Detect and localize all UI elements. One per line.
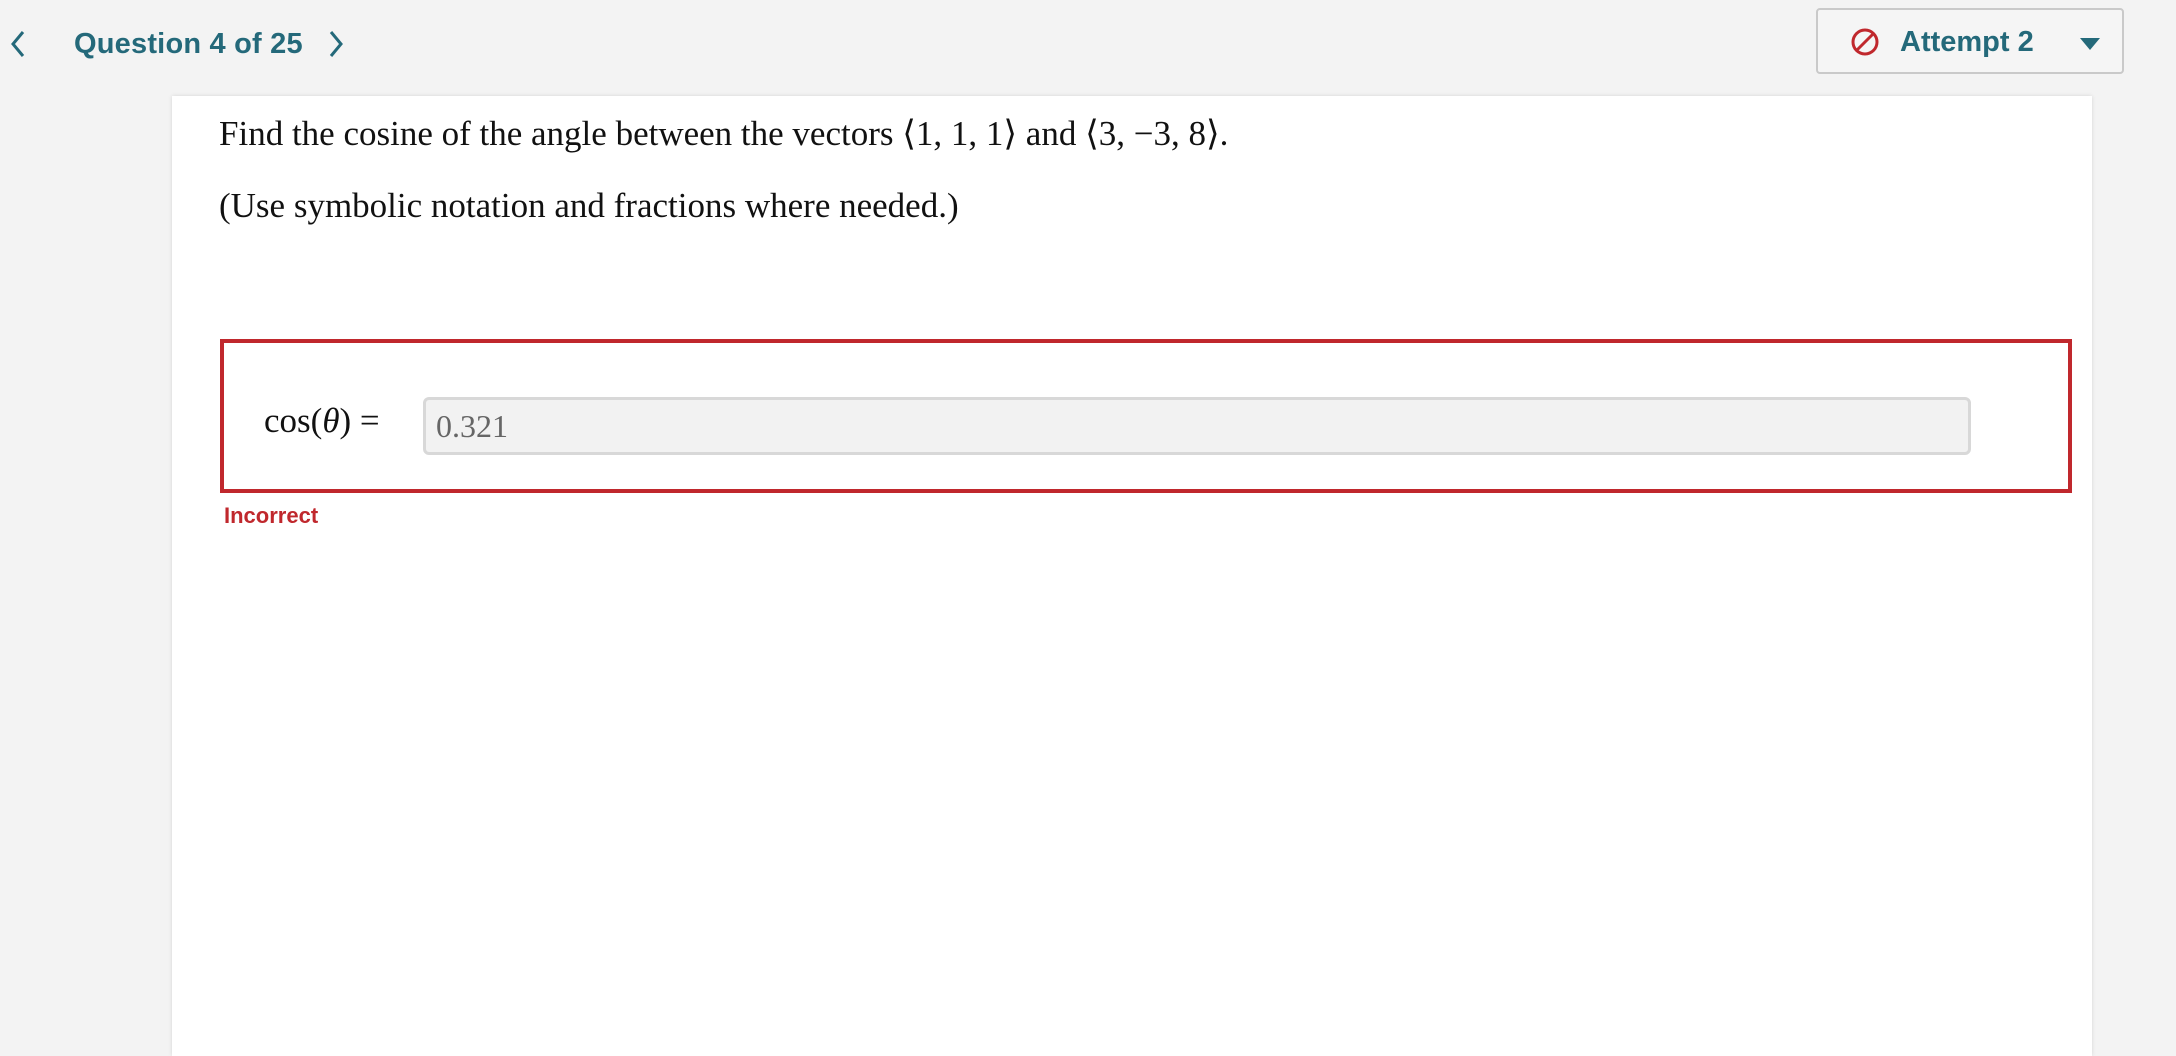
question-hint: (Use symbolic notation and fractions whe… — [219, 186, 959, 225]
attempt-dropdown[interactable]: Attempt 2 — [1816, 8, 2124, 74]
chevron-left-icon — [11, 31, 25, 57]
previous-question-button[interactable] — [2, 26, 34, 62]
question-navigation-bar: Question 4 of 25 Attempt 2 — [0, 0, 2176, 90]
next-question-button[interactable] — [320, 26, 352, 62]
answer-label-tail: ) = — [339, 401, 380, 440]
caret-down-icon — [2080, 38, 2100, 50]
answer-area: cos(θ) = 0.321 — [220, 339, 2072, 493]
answer-input[interactable]: 0.321 — [423, 397, 1971, 455]
chevron-right-icon — [329, 31, 343, 57]
question-counter: Question 4 of 25 — [74, 28, 303, 60]
feedback-status: Incorrect — [224, 503, 319, 528]
answer-label-var: θ — [322, 401, 340, 440]
attempt-label: Attempt 2 — [1900, 26, 2034, 58]
answer-label: cos(θ) = — [264, 401, 380, 441]
blocked-icon — [1851, 28, 1879, 56]
question-card: Find the cosine of the angle between the… — [172, 96, 2092, 1056]
answer-label-func: cos( — [264, 401, 323, 440]
question-prompt: Find the cosine of the angle between the… — [219, 114, 1229, 153]
